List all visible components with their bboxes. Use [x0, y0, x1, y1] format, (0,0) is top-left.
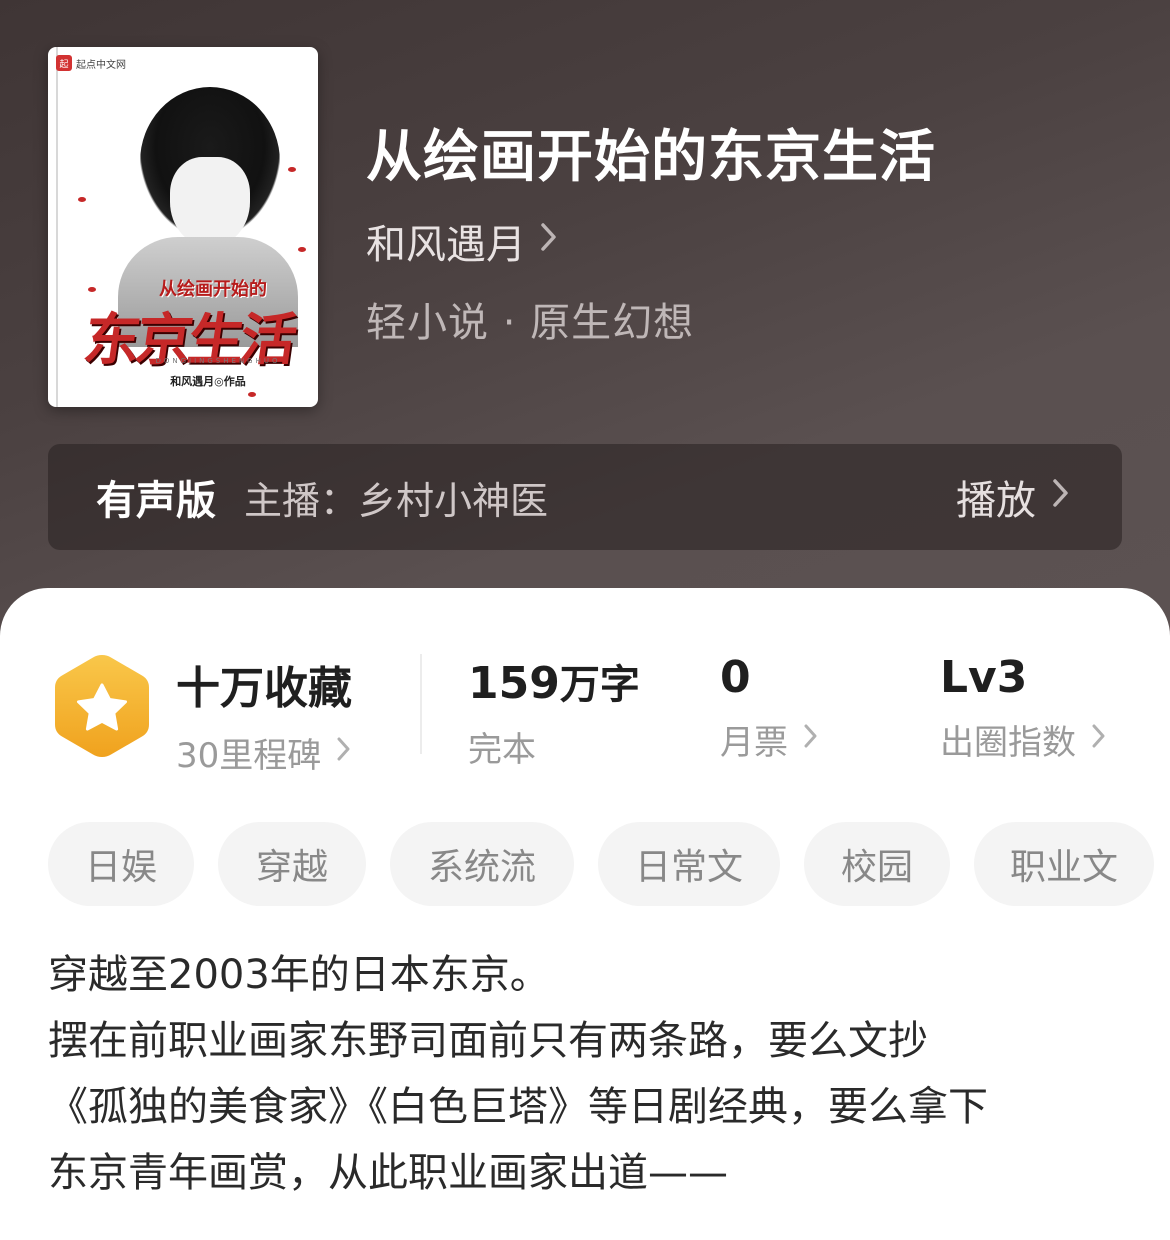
stat-circle-index[interactable]: Lv3 出圈指数 — [940, 652, 1106, 764]
stat-collections-sub-label: 30里程碑 — [176, 736, 322, 776]
petal-decoration — [248, 392, 256, 397]
book-genre: 轻小说 · 原生幻想 — [366, 300, 695, 346]
description-line: 《孤独的美食家》《白色巨塔》等日剧经典，要么拿下 — [48, 1084, 988, 1130]
tag-chip[interactable]: 职业文 — [974, 822, 1154, 906]
stat-circle-index-value: Lv3 — [940, 652, 1028, 703]
book-description[interactable]: 穿越至2003年的日本东京。 摆在前职业画家东野司面前只有两条路，要么文抄 《孤… — [48, 942, 1128, 1206]
stat-word-count-status: 完本 — [468, 730, 536, 770]
word-count-number: 159 — [468, 658, 560, 709]
chevron-right-icon — [804, 723, 818, 756]
petal-decoration — [88, 287, 96, 292]
stat-monthly-tickets-value: 0 — [720, 652, 751, 703]
stat-monthly-tickets[interactable]: 0 月票 — [720, 652, 818, 764]
tag-chip[interactable]: 校园 — [804, 822, 950, 906]
tag-chip[interactable]: 系统流 — [390, 822, 574, 906]
cover-author-mark: 和风遇月◎作品 — [170, 375, 246, 388]
book-title: 从绘画开始的东京生活 — [366, 125, 936, 190]
chevron-right-icon — [337, 736, 351, 769]
publisher-logo: 起 起点中文网 — [56, 55, 126, 71]
publisher-logo-text: 起点中文网 — [76, 59, 126, 71]
cover-pinyin: DONGJINGSHENGHUO — [155, 357, 281, 365]
stat-collections[interactable]: 十万收藏 30里程碑 — [176, 652, 352, 777]
stat-word-count-value: 159万字 — [468, 652, 640, 710]
tag-list: 日娱 穿越 系统流 日常文 校园 职业文 — [48, 822, 1170, 906]
stat-monthly-tickets-sub: 月票 — [720, 715, 818, 764]
tag-chip[interactable]: 穿越 — [218, 822, 366, 906]
play-label: 播放 — [956, 478, 1036, 524]
book-cover[interactable]: 起 起点中文网 从绘画开始的 东京生活 DONGJINGSHENGHUO 和风遇… — [48, 47, 318, 407]
cover-illustration-face — [170, 157, 250, 247]
publisher-logo-icon: 起 — [56, 55, 72, 71]
petal-decoration — [288, 167, 296, 172]
stat-circle-index-sub: 出圈指数 — [940, 715, 1106, 764]
chevron-right-icon — [540, 222, 558, 260]
stat-word-count-sub: 完本 — [468, 722, 640, 771]
stat-collections-value: 十万收藏 — [176, 663, 352, 714]
petal-decoration — [78, 197, 86, 202]
audio-version-label: 有声版 — [96, 478, 216, 524]
stat-collections-sub: 30里程碑 — [176, 728, 352, 777]
tag-chip[interactable]: 日娱 — [48, 822, 194, 906]
stat-word-count: 159万字 完本 — [468, 652, 640, 771]
chevron-right-icon — [1092, 723, 1106, 756]
description-line: 穿越至2003年的日本东京。 — [48, 952, 550, 998]
stat-circle-index-label: 出圈指数 — [940, 723, 1076, 763]
stat-monthly-tickets-label: 月票 — [720, 723, 788, 763]
description-line: 东京青年画赏，从此职业画家出道—— — [48, 1150, 728, 1196]
word-count-unit: 万字 — [559, 662, 640, 708]
audio-host: 主播：乡村小神医 — [244, 478, 549, 523]
chevron-right-icon — [1052, 478, 1070, 516]
description-line: 摆在前职业画家东野司面前只有两条路，要么文抄 — [48, 1018, 928, 1064]
audio-version-bar[interactable]: 有声版 主播：乡村小神医 播放 — [48, 444, 1122, 550]
play-button[interactable]: 播放 — [956, 468, 1070, 526]
book-header: 起 起点中文网 从绘画开始的 东京生活 DONGJINGSHENGHUO 和风遇… — [0, 0, 1170, 640]
star-hexagon-icon[interactable] — [52, 652, 152, 760]
author-name: 和风遇月 — [366, 222, 526, 268]
tag-chip[interactable]: 日常文 — [598, 822, 780, 906]
petal-decoration — [298, 247, 306, 252]
author-link[interactable]: 和风遇月 — [366, 212, 558, 270]
stat-divider — [420, 654, 422, 754]
